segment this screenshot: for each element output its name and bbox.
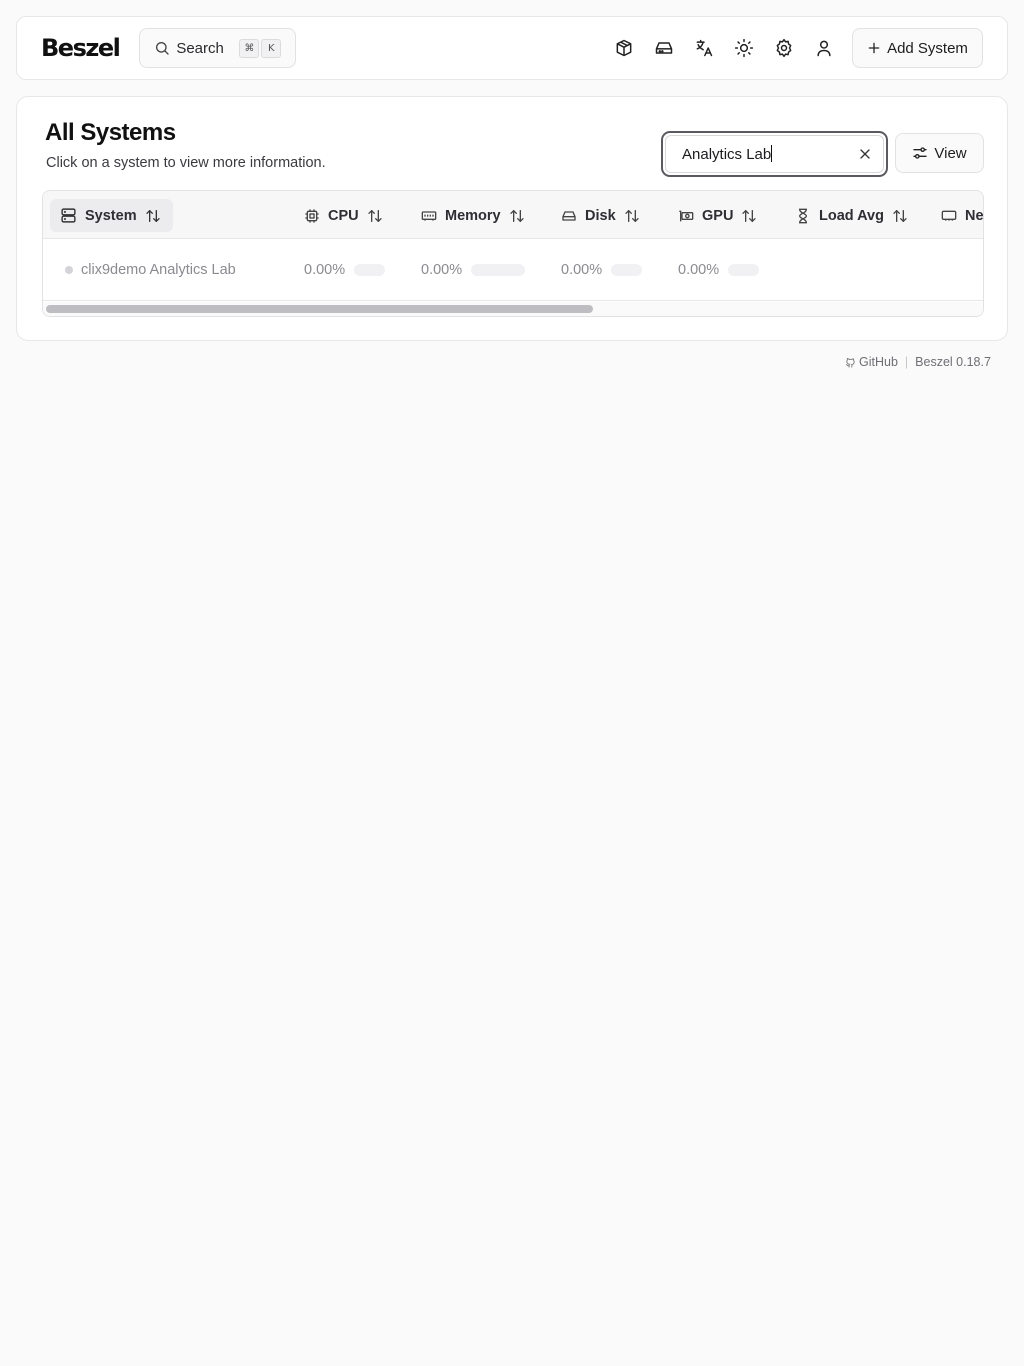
column-label-gpu: GPU [702,207,734,224]
version-label[interactable]: Beszel 0.18.7 [915,355,991,369]
column-header-memory[interactable]: Memory [421,199,525,232]
shortcut-key-k: K [261,38,282,58]
clear-filter-button[interactable] [857,146,873,162]
theme-toggle-button[interactable] [724,28,764,68]
sort-arrows-icon [367,208,383,224]
systems-table: System CPU Memory Disk GPU Load Avg Ne c… [42,190,984,317]
hourglass-icon [795,208,811,224]
filter-input-text: Analytics Lab [682,145,773,163]
cpu-meter [354,264,386,276]
column-label-cpu: CPU [328,207,359,224]
containers-button[interactable] [604,28,644,68]
search-button[interactable]: Search ⌘ K [139,28,297,68]
system-name: clix9demo Analytics Lab [81,262,236,278]
sliders-icon [912,145,928,161]
gpu-icon [678,208,694,224]
sort-arrows-icon [145,208,161,224]
column-header-load-avg[interactable]: Load Avg [795,199,908,232]
gpu-cell: 0.00% [678,262,760,278]
network-icon [941,208,957,224]
user-icon [814,38,834,58]
column-label-memory: Memory [445,207,501,224]
memory-meter [471,264,526,276]
sort-arrows-icon [741,208,757,224]
cpu-value: 0.00% [304,262,346,278]
server-icon [60,207,77,224]
containers-icon [614,38,634,58]
status-dot [65,266,73,274]
column-label-disk: Disk [585,207,616,224]
user-button[interactable] [804,28,844,68]
page-subtitle: Click on a system to view more informati… [46,155,326,171]
text-caret [771,145,773,162]
view-options-button[interactable]: View [895,133,984,173]
scrollbar-thumb[interactable] [46,305,593,313]
settings-icon [774,38,794,58]
language-icon [694,38,714,58]
column-header-system[interactable]: System [50,199,173,232]
column-header-disk[interactable]: Disk [561,199,640,232]
sort-arrows-icon [892,208,908,224]
system-name-cell[interactable]: clix9demo Analytics Lab [65,262,236,278]
gpu-meter [728,264,760,276]
column-label-system: System [85,207,137,224]
column-label-load-avg: Load Avg [819,207,884,224]
filter-input-focus-ring: Analytics Lab [661,131,888,177]
add-system-label: Add System [887,39,968,57]
close-icon [857,146,873,162]
cpu-icon [304,208,320,224]
hard-drive-icon [561,208,577,224]
column-header-gpu[interactable]: GPU [678,199,757,232]
footer-divider: | [904,355,909,369]
language-button[interactable] [684,28,724,68]
column-header-cpu[interactable]: CPU [304,199,383,232]
top-navbar: Beszel Search ⌘ K Add System [16,16,1008,80]
github-label: GitHub [859,355,898,369]
github-icon [845,357,856,368]
github-link[interactable]: GitHub [845,355,898,369]
search-label: Search [176,39,224,57]
sort-arrows-icon [624,208,640,224]
add-system-button[interactable]: Add System [852,28,983,68]
plus-icon [867,41,881,55]
memory-cell: 0.00% [421,262,526,278]
memory-value: 0.00% [421,262,463,278]
shortcut-key-cmd: ⌘ [239,38,260,58]
disks-button[interactable] [644,28,684,68]
sun-icon [734,38,754,58]
horizontal-scrollbar[interactable] [43,302,983,316]
memory-icon [421,208,437,224]
footer: GitHub | Beszel 0.18.7 [845,355,991,369]
app-logo[interactable]: Beszel [41,34,121,62]
cpu-cell: 0.00% [304,262,386,278]
gpu-value: 0.00% [678,262,720,278]
disk-meter [611,264,643,276]
disk-cell: 0.00% [561,262,643,278]
view-label: View [934,144,967,162]
search-icon [154,40,170,56]
systems-card: All Systems Click on a system to view mo… [16,96,1008,341]
settings-button[interactable] [764,28,804,68]
column-header-network[interactable]: Ne [941,199,984,232]
page-title: All Systems [45,119,176,146]
filter-input[interactable]: Analytics Lab [665,135,884,173]
disks-icon [654,38,674,58]
sort-arrows-icon [509,208,525,224]
disk-value: 0.00% [561,262,603,278]
column-label-network: Ne [965,207,984,224]
table-row[interactable]: clix9demo Analytics Lab 0.00% 0.00% 0.00… [43,239,983,301]
table-header: System CPU Memory Disk GPU Load Avg Ne [43,191,983,239]
